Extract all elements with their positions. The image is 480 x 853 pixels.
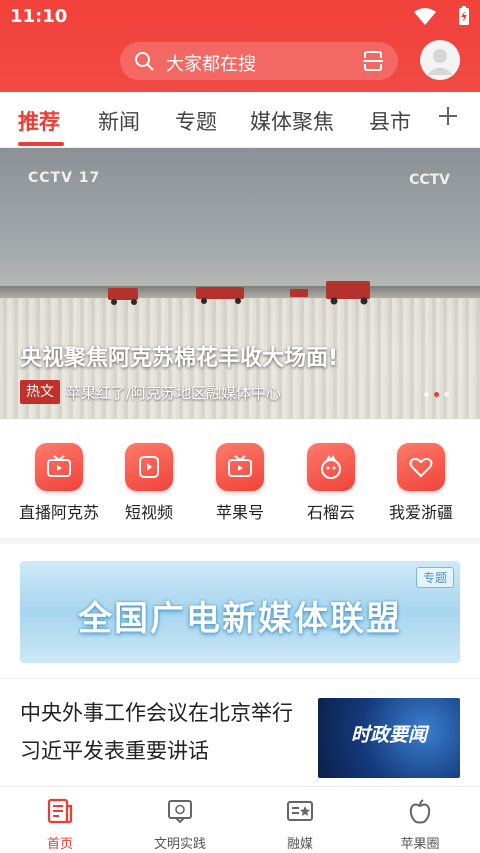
quick-links: 直播阿克苏 短视频 苹果号 石榴云 我爱浙疆 xyxy=(0,419,480,544)
wifi-icon xyxy=(414,8,436,25)
hero-caption-bar: 热文 苹果红了/阿克苏地区融媒体中心 xyxy=(20,380,460,404)
heart-icon xyxy=(397,443,445,491)
quick-link-label: 苹果号 xyxy=(215,503,264,522)
short-video-icon xyxy=(125,443,173,491)
banner-title: 全国广电新媒体联盟 xyxy=(78,599,402,639)
news-list-item[interactable]: 中央外事工作会议在北京举行 习近平发表重要讲话 时政要闻 xyxy=(0,680,480,785)
quick-link-love-xinjiang[interactable]: 我爱浙疆 xyxy=(376,443,466,533)
apple-icon xyxy=(409,799,431,824)
hero-caption: 苹果红了/阿克苏地区融媒体中心 xyxy=(66,384,282,402)
thumbnail-title: 时政要闻 xyxy=(350,724,427,746)
nav-label: 首页 xyxy=(46,837,73,852)
nav-label: 文明实践 xyxy=(153,837,206,852)
pomegranate-icon xyxy=(307,443,355,491)
media-icon xyxy=(287,801,313,821)
channel-tabs: 推荐 新闻 专题 媒体聚焦 县市 xyxy=(0,92,480,148)
user-avatar-icon xyxy=(420,40,460,80)
app-screen: 11:10 大家都在搜 推荐 新闻 专题 媒体聚焦 县市 CCTV 17 CCT… xyxy=(0,0,480,853)
search-placeholder: 大家都在搜 xyxy=(166,54,256,75)
banner-tag: 专题 xyxy=(415,567,454,588)
avatar[interactable] xyxy=(420,40,460,80)
news-title: 中央外事工作会议在北京举行 习近平发表重要讲话 xyxy=(20,701,293,763)
status-bar: 11:10 xyxy=(0,0,480,32)
tab-news[interactable]: 新闻 xyxy=(98,106,140,136)
tab-counties[interactable]: 县市 xyxy=(369,106,411,136)
search-bar[interactable]: 大家都在搜 xyxy=(120,42,398,80)
carousel-dot xyxy=(424,392,429,397)
quick-link-live[interactable]: 直播阿克苏 xyxy=(14,443,104,533)
battery-charging-icon xyxy=(459,6,469,25)
tab-media-focus[interactable]: 媒体聚焦 xyxy=(250,106,334,136)
carousel-dot-active xyxy=(434,392,439,397)
apple-tv-icon xyxy=(216,443,264,491)
hero-headline: 央视聚焦阿克苏棉花丰收大场面! xyxy=(20,346,339,371)
quick-link-apple-channel[interactable]: 苹果号 xyxy=(195,443,285,533)
top-header: 11:10 大家都在搜 xyxy=(0,0,480,92)
scan-icon[interactable] xyxy=(362,50,384,72)
hero-carousel[interactable]: CCTV 17 CCTV 央视聚焦阿克苏棉花丰收大场面! 热文 苹果红了/阿克苏… xyxy=(0,148,480,419)
quick-link-short-video[interactable]: 短视频 xyxy=(104,443,194,533)
search-icon xyxy=(135,52,154,71)
civilization-icon xyxy=(168,800,192,824)
promo-banner[interactable]: 全国广电新媒体联盟 专题 xyxy=(20,561,460,663)
tab-topics[interactable]: 专题 xyxy=(175,106,217,136)
nav-media[interactable]: 融媒 xyxy=(240,795,360,852)
divider xyxy=(0,678,480,679)
tab-recommend[interactable]: 推荐 xyxy=(18,106,60,136)
quick-link-label: 直播阿克苏 xyxy=(18,503,99,522)
status-time: 11:10 xyxy=(10,6,68,27)
nav-home[interactable]: 首页 xyxy=(0,795,120,852)
active-tab-indicator xyxy=(18,142,64,146)
nav-label: 融媒 xyxy=(286,837,313,852)
bottom-navigation: 首页 文明实践 融媒 苹果圈 xyxy=(0,786,480,853)
add-channel-icon[interactable] xyxy=(436,104,460,128)
news-thumbnail: 时政要闻 xyxy=(318,698,460,778)
quick-link-label: 短视频 xyxy=(124,503,173,522)
cctv-logo: CCTV xyxy=(409,172,450,188)
hot-badge: 热文 xyxy=(20,380,60,404)
harvester-machines xyxy=(108,281,370,305)
nav-label: 苹果圈 xyxy=(400,837,440,852)
live-tv-icon xyxy=(35,443,83,491)
carousel-dot xyxy=(444,392,449,397)
cctv17-logo: CCTV 17 xyxy=(28,170,101,186)
nav-apple-circle[interactable]: 苹果圈 xyxy=(360,795,480,852)
quick-link-pomegranate-cloud[interactable]: 石榴云 xyxy=(286,443,376,533)
home-news-icon xyxy=(47,798,73,824)
carousel-dots xyxy=(424,392,454,398)
nav-civilization-practice[interactable]: 文明实践 xyxy=(120,795,240,852)
quick-link-label: 石榴云 xyxy=(306,503,355,522)
quick-link-label: 我爱浙疆 xyxy=(388,503,453,522)
